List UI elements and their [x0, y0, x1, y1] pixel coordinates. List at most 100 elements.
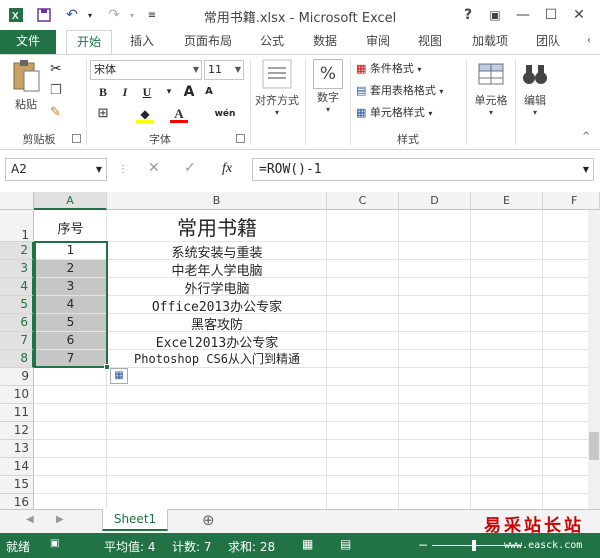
italic-button[interactable]: I [116, 83, 134, 101]
prev-sheet-icon[interactable]: ◀ [26, 514, 34, 525]
column-header-d[interactable]: D [399, 192, 471, 210]
next-sheet-icon[interactable]: ▶ [56, 514, 64, 525]
cells-button[interactable]: 单元格 ▾ [470, 59, 512, 125]
column-header-c[interactable]: C [327, 192, 399, 210]
tab-home[interactable]: 开始 [66, 30, 112, 55]
cancel-icon[interactable]: ✕ [148, 160, 160, 176]
paste-button[interactable]: 粘贴 [8, 59, 44, 121]
clipboard-launcher-icon[interactable] [72, 134, 81, 143]
tab-file[interactable]: 文件 [0, 30, 56, 54]
cell-b5[interactable]: Office2013办公专家 [107, 296, 327, 315]
close-button[interactable]: ✕ [566, 4, 592, 26]
collapse-ribbon-icon[interactable]: ^ [582, 131, 590, 142]
format-as-table-button[interactable]: ▤ 套用表格格式 ▾ [356, 81, 466, 101]
row-header-14[interactable]: 14 [0, 458, 34, 476]
column-header-b[interactable]: B [107, 192, 327, 210]
auto-fill-options-icon[interactable]: ▦ [110, 368, 128, 384]
row-header-10[interactable]: 10 [0, 386, 34, 404]
cell-a1[interactable]: 序号 [35, 218, 106, 237]
scroll-tabs-icon[interactable]: ‹ [582, 30, 596, 54]
name-box-value: A2 [11, 162, 27, 176]
font-name-select[interactable]: 宋体 ▼ [90, 60, 202, 80]
borders-icon[interactable]: ⊞ [94, 105, 112, 123]
row-header-2[interactable]: 2 [0, 242, 34, 260]
chevron-down-icon: ▾ [439, 87, 444, 96]
tab-data[interactable]: 数据 [305, 30, 345, 54]
zoom-out-icon[interactable]: − [418, 538, 428, 552]
maximize-button[interactable]: ☐ [538, 4, 564, 26]
excel-window: X ↶ ▾ ↷ ▾ ≡ 常用书籍.xlsx - Microsoft Excel … [0, 0, 600, 558]
tab-team[interactable]: 团队 [528, 30, 568, 54]
tab-formulas[interactable]: 公式 [252, 30, 292, 54]
number-button[interactable]: % 数字 ▾ [309, 59, 347, 125]
sheet-tab-sheet1[interactable]: Sheet1 [102, 509, 168, 531]
select-all-button[interactable] [0, 192, 34, 210]
editing-button[interactable]: 编辑 ▾ [518, 59, 552, 125]
zoom-slider-thumb[interactable] [472, 540, 476, 551]
ribbon-display-button[interactable]: ▣ [482, 4, 508, 26]
row-header-11[interactable]: 11 [0, 404, 34, 422]
conditional-formatting-button[interactable]: ▦ 条件格式 ▾ [356, 59, 466, 79]
font-launcher-icon[interactable] [236, 134, 245, 143]
cell-b8[interactable]: Photoshop CS6从入门到精通 [107, 350, 327, 367]
row-header-15[interactable]: 15 [0, 476, 34, 494]
vertical-scrollbar[interactable] [588, 210, 600, 509]
row-header-5[interactable]: 5 [0, 296, 34, 314]
cell-b7[interactable]: Excel2013办公专家 [107, 332, 327, 351]
title-bar: X ↶ ▾ ↷ ▾ ≡ 常用书籍.xlsx - Microsoft Excel … [0, 0, 600, 30]
formula-input[interactable]: =ROW()-1 ▼ [252, 158, 594, 181]
formula-bar: A2 ▼ ⋮ ✕ ✓ fx =ROW()-1 ▼ [0, 150, 600, 191]
column-header-f[interactable]: F [543, 192, 600, 210]
macro-record-icon[interactable]: ▣ [50, 538, 59, 549]
worksheet-grid[interactable]: A B C D E F 1 2 3 4 5 6 7 8 9 10 11 12 1… [0, 192, 600, 509]
row-header-7[interactable]: 7 [0, 332, 34, 350]
cell-b4[interactable]: 外行学电脑 [107, 278, 327, 297]
tab-insert[interactable]: 插入 [122, 30, 162, 54]
normal-view-icon[interactable]: ▦ [302, 537, 313, 551]
fill-color-icon[interactable]: ◆ [136, 105, 154, 123]
cell-b3[interactable]: 中老年人学电脑 [107, 260, 327, 279]
row-header-4[interactable]: 4 [0, 278, 34, 296]
help-button[interactable]: ? [455, 4, 481, 26]
column-header-a[interactable]: A [34, 192, 107, 210]
format-painter-icon[interactable]: ✎ [50, 105, 61, 120]
row-header-1[interactable]: 1 [0, 210, 34, 242]
insert-function-icon[interactable]: fx [222, 161, 232, 177]
row-header-8[interactable]: 8 [0, 350, 34, 368]
cell-b1[interactable]: 常用书籍 [107, 212, 327, 241]
tab-page-layout[interactable]: 页面布局 [176, 30, 240, 54]
tab-view[interactable]: 视图 [410, 30, 450, 54]
enter-icon[interactable]: ✓ [184, 160, 196, 176]
expand-formula-icon[interactable]: ▼ [583, 159, 589, 180]
add-sheet-icon[interactable]: ⊕ [202, 511, 215, 529]
name-box[interactable]: A2 ▼ [5, 158, 107, 181]
tab-addins[interactable]: 加载项 [464, 30, 516, 54]
font-size-select[interactable]: 11 ▼ [204, 60, 244, 80]
underline-button[interactable]: U [138, 83, 156, 101]
grow-font-button[interactable]: A [180, 83, 198, 101]
row-header-13[interactable]: 13 [0, 440, 34, 458]
page-layout-view-icon[interactable]: ▤ [340, 537, 351, 551]
pinyin-button[interactable]: wén [214, 105, 236, 123]
shrink-font-button[interactable]: A [200, 83, 218, 101]
cut-icon[interactable]: ✂ [50, 61, 62, 77]
row-header-16[interactable]: 16 [0, 494, 34, 509]
underline-dropdown-icon[interactable]: ▾ [160, 83, 178, 101]
tab-review[interactable]: 审阅 [358, 30, 398, 54]
chevron-down-icon: ▼ [234, 65, 241, 74]
row-header-9[interactable]: 9 [0, 368, 34, 386]
cell-b6[interactable]: 黑客攻防 [107, 314, 327, 333]
alignment-button[interactable]: 对齐方式 ▾ [254, 59, 300, 125]
row-header-12[interactable]: 12 [0, 422, 34, 440]
scrollbar-thumb[interactable] [589, 432, 599, 460]
copy-icon[interactable]: ❐ [50, 83, 62, 98]
font-color-button[interactable]: A [170, 105, 188, 123]
conditional-formatting-icon: ▦ [356, 62, 367, 75]
cell-styles-button[interactable]: ▦ 单元格样式 ▾ [356, 103, 466, 123]
row-header-3[interactable]: 3 [0, 260, 34, 278]
column-header-e[interactable]: E [471, 192, 543, 210]
row-header-6[interactable]: 6 [0, 314, 34, 332]
minimize-button[interactable]: — [510, 4, 536, 26]
cell-b2[interactable]: 系统安装与重装 [107, 242, 327, 261]
bold-button[interactable]: B [94, 83, 112, 101]
